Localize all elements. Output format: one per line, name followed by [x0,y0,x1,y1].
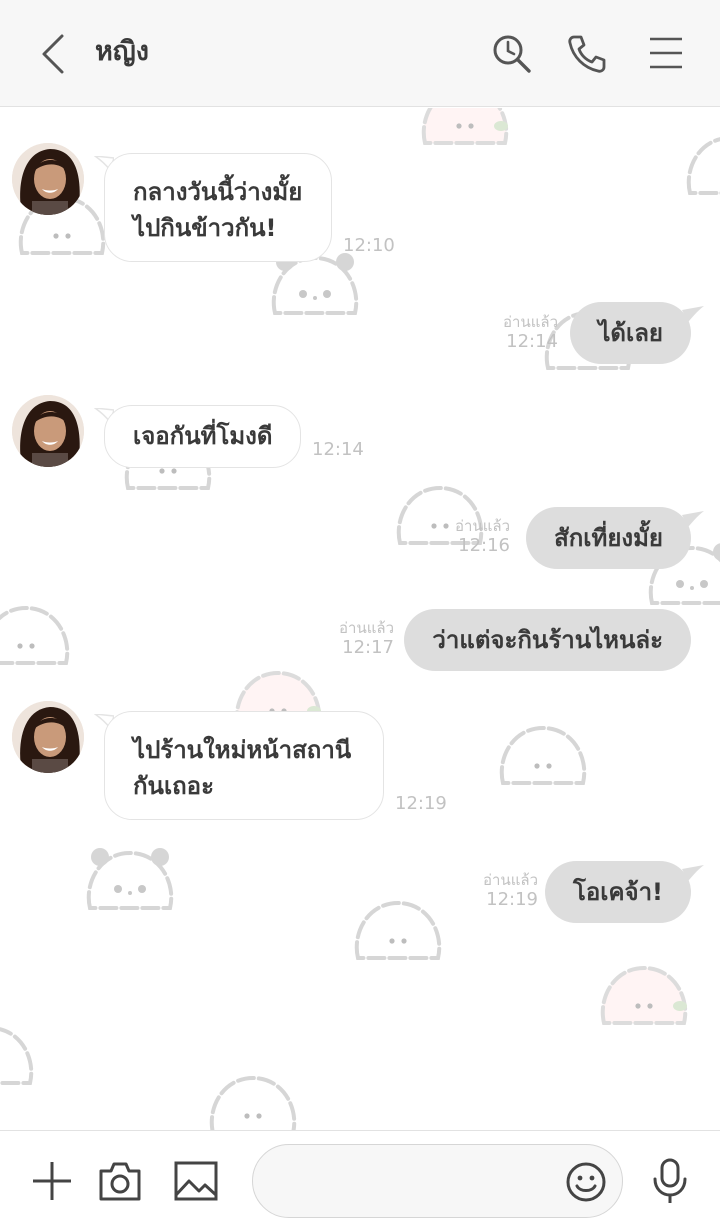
chat-header: หญิง [0,0,720,107]
bubble-tail [682,865,704,881]
message-time: 12:19 [395,793,447,814]
message-time: 12:19 [486,889,538,910]
search-icon [493,35,531,73]
message-meta: อ่านแล้ว 12:14 [503,313,558,353]
message-text-line: ไปกินข้าวกัน! [133,214,277,242]
message-time: 12:16 [458,535,510,556]
read-receipt: อ่านแล้ว [339,619,394,637]
voice-button[interactable] [650,1157,690,1205]
read-receipt: อ่านแล้ว [483,871,538,889]
avatar-photo [12,395,84,467]
microphone-icon [653,1158,687,1203]
image-icon [174,1161,218,1201]
contact-avatar[interactable] [12,143,84,215]
message-bubble-outgoing[interactable]: โอเคจ้า! [544,861,691,923]
message-time: 12:10 [343,235,395,256]
read-receipt: อ่านแล้ว [455,517,510,535]
message-text-line: ไปร้านใหม่หน้าสถานี [133,736,352,764]
contact-avatar[interactable] [12,701,84,773]
message-text-line: กลางวันนี้ว่างมั้ย [133,178,303,206]
message-bubble-outgoing[interactable]: ได้เลย [570,302,691,364]
back-icon [42,34,64,74]
emoji-icon [566,1162,606,1202]
add-button[interactable] [30,1159,74,1203]
message-time: 12:17 [342,637,394,658]
message-time: 12:14 [506,331,558,352]
message-bubble-outgoing[interactable]: สักเที่ยงมั้ย [526,507,691,569]
message-input-wrapper [252,1144,623,1218]
message-input[interactable] [277,1163,561,1201]
message-meta: อ่านแล้ว 12:19 [483,871,538,911]
message-meta: อ่านแล้ว 12:16 [455,517,510,557]
message-text: โอเคจ้า! [572,878,663,906]
message-bubble-outgoing[interactable]: ว่าแต่จะกินร้านไหนล่ะ [404,609,691,671]
bubble-tail [682,306,704,322]
back-button[interactable] [36,32,72,76]
plus-icon [33,1162,71,1200]
chat-title: หญิง [95,36,149,67]
emoji-button[interactable] [565,1161,607,1203]
message-time: 12:14 [312,439,364,460]
camera-icon [99,1162,141,1201]
message-text-line: กันเถอะ [133,772,214,800]
gallery-button[interactable] [173,1159,219,1203]
menu-button[interactable] [644,32,688,76]
phone-icon [568,35,606,73]
camera-button[interactable] [97,1159,143,1203]
message-bubble-incoming[interactable]: เจอกันที่โมงดี [104,405,302,468]
bubble-tail [682,511,704,527]
message-meta: อ่านแล้ว 12:17 [339,619,394,659]
read-receipt: อ่านแล้ว [503,313,558,331]
avatar-photo [12,143,84,215]
message-text-line: เจอกันที่โมงดี [133,422,273,450]
message-bubble-incoming[interactable]: ไปร้านใหม่หน้าสถานี กันเถอะ [104,711,384,820]
menu-icon [650,37,682,69]
avatar-photo [12,701,84,773]
message-bubble-incoming[interactable]: กลางวันนี้ว่างมั้ย ไปกินข้าวกัน! [104,153,332,262]
input-bar [0,1130,720,1232]
search-button[interactable] [490,32,534,76]
chat-area[interactable]: กลางวันนี้ว่างมั้ย ไปกินข้าวกัน! 12:10 อ… [0,108,720,1130]
message-text: สักเที่ยงมั้ย [554,524,663,552]
contact-avatar[interactable] [12,395,84,467]
call-button[interactable] [565,32,609,76]
message-text: ได้เลย [598,319,663,347]
message-text: ว่าแต่จะกินร้านไหนล่ะ [432,626,663,654]
